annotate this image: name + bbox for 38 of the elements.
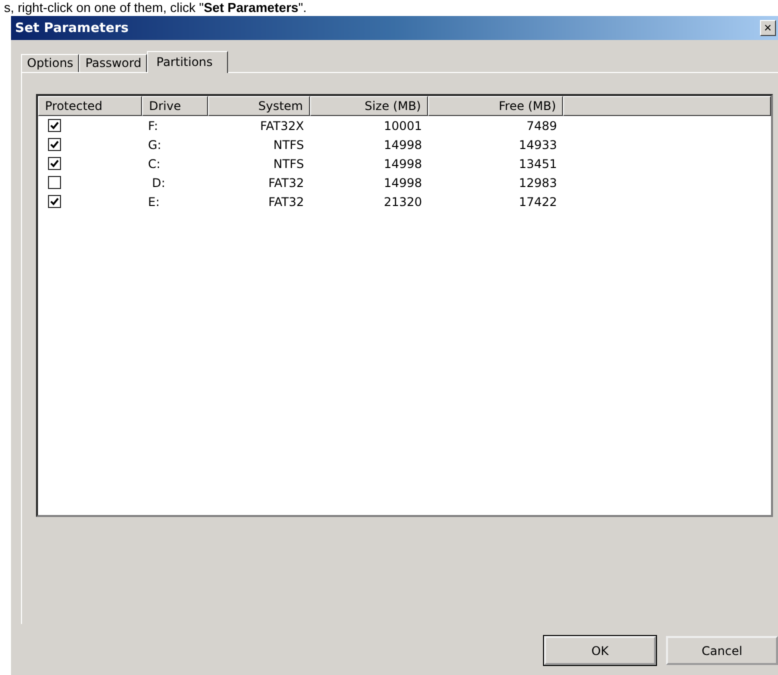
- tab[interactable]: Password: [79, 54, 148, 72]
- column-header[interactable]: Protected: [38, 96, 142, 116]
- checkbox[interactable]: [48, 195, 61, 208]
- table-cell: NTFS: [273, 138, 304, 152]
- close-button[interactable]: ×: [760, 20, 776, 36]
- tab[interactable]: Partitions: [147, 51, 228, 73]
- table-cell: 10001: [384, 118, 422, 132]
- checkbox[interactable]: [48, 176, 61, 189]
- checkbox[interactable]: [48, 138, 61, 151]
- table-cell: 17422: [518, 194, 557, 208]
- column-header[interactable]: Drive: [142, 96, 208, 116]
- table-cell: FAT32X: [260, 118, 304, 132]
- table-cell: E:: [148, 194, 160, 208]
- table-cell: FAT32: [268, 194, 304, 208]
- table-cell: C:: [148, 156, 160, 170]
- dialog-button[interactable]: Cancel: [666, 636, 778, 665]
- dialog-button[interactable]: OK: [544, 636, 656, 665]
- table-cell: F:: [148, 118, 158, 132]
- instruction-text: s, right-click on one of them, click "Set Parameters".: [3, 0, 308, 16]
- table-cell: FAT32: [268, 176, 304, 190]
- table-cell: 21320: [384, 194, 422, 208]
- table-cell: 14998: [384, 176, 422, 190]
- column-header[interactable]: System: [208, 96, 310, 116]
- column-header[interactable]: Size (MB): [310, 96, 428, 116]
- checkbox[interactable]: [48, 119, 61, 132]
- table-cell: 7489: [526, 118, 557, 132]
- checkbox[interactable]: [48, 157, 61, 170]
- table-cell: NTFS: [273, 156, 304, 170]
- tab[interactable]: Options: [21, 54, 80, 72]
- window-title: Set Parameters: [15, 20, 129, 36]
- table-cell: 14998: [384, 138, 422, 152]
- table-cell: D:: [152, 176, 166, 190]
- table-cell: G:: [148, 138, 162, 152]
- table-cell: 14998: [384, 156, 422, 170]
- column-header[interactable]: Free (MB): [428, 96, 563, 116]
- table-cell: 14933: [518, 138, 557, 152]
- table-cell: 12983: [518, 176, 557, 190]
- table-cell: 13451: [518, 156, 557, 170]
